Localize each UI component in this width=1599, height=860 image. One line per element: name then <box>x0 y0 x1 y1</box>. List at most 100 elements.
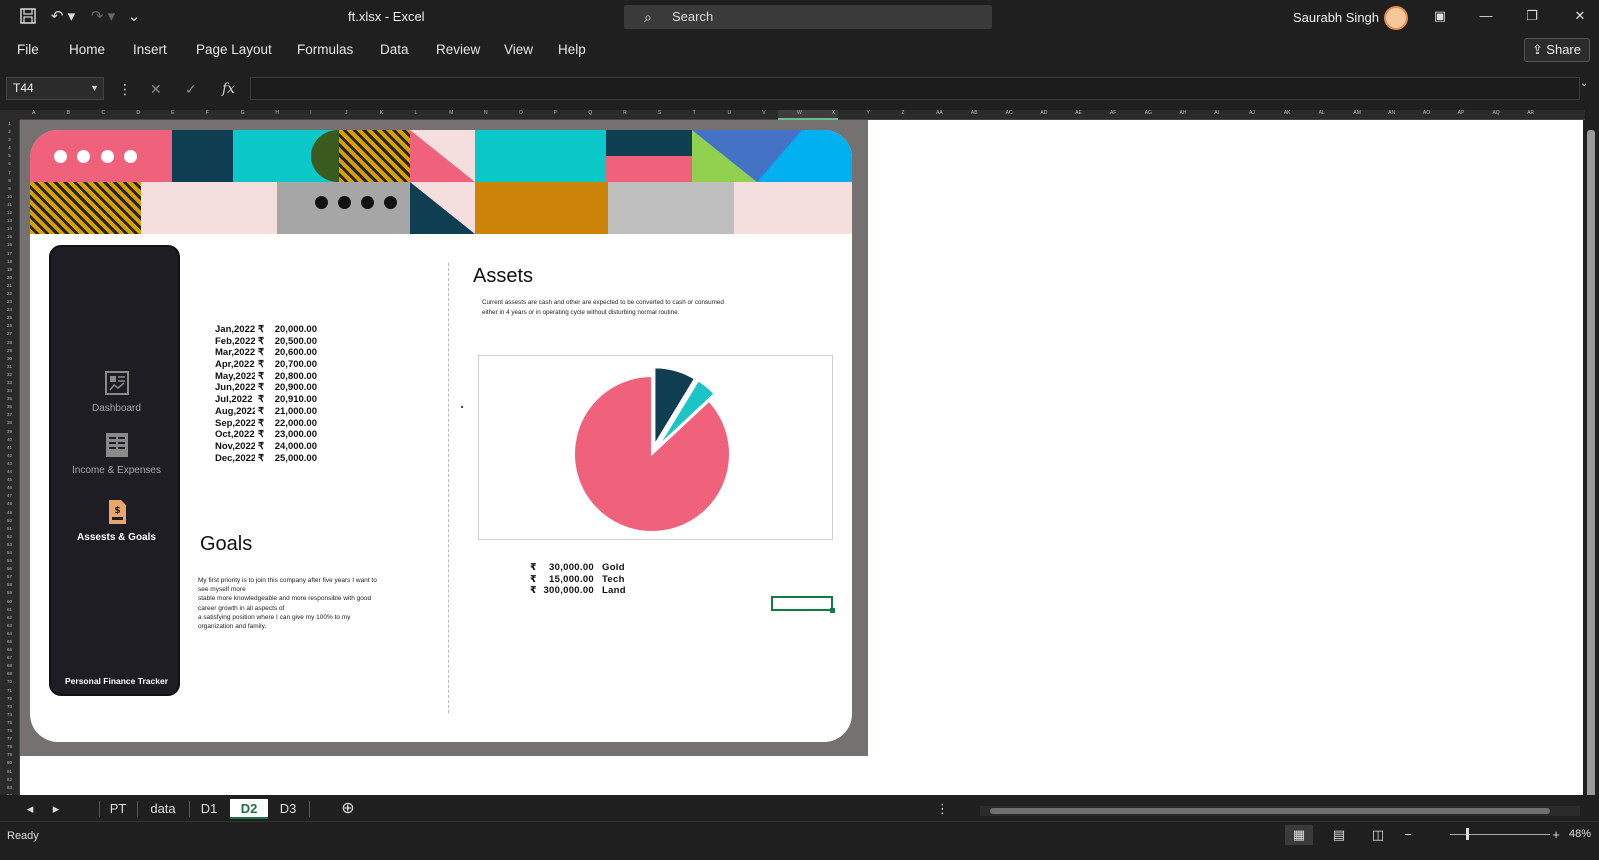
more-sheets-icon[interactable]: ⋮ <box>936 799 949 819</box>
tab-data[interactable]: Data <box>380 42 409 57</box>
assets-pie-chart[interactable] <box>478 355 833 540</box>
column-label[interactable]: K <box>380 110 383 116</box>
column-label[interactable]: M <box>449 110 453 116</box>
row-label[interactable]: 73 <box>0 703 19 711</box>
column-label[interactable]: AI <box>1214 110 1219 116</box>
row-label[interactable]: 23 <box>0 298 19 306</box>
zoom-out-icon[interactable]: − <box>1400 825 1416 845</box>
column-label[interactable]: W <box>797 110 802 116</box>
row-label[interactable]: 29 <box>0 347 19 355</box>
sheet-tab-d2[interactable]: D2 <box>230 799 268 819</box>
avatar[interactable] <box>1384 6 1408 30</box>
row-label[interactable]: 51 <box>0 525 19 533</box>
row-label[interactable]: 60 <box>0 598 19 606</box>
column-label[interactable]: Y <box>867 110 870 116</box>
sheet-tab-pt[interactable]: PT <box>102 799 134 819</box>
row-label[interactable]: 55 <box>0 557 19 565</box>
restore-icon[interactable]: ❐ <box>1522 8 1542 24</box>
sheet-tab-data[interactable]: data <box>141 799 185 819</box>
user-name[interactable]: Saurabh Singh <box>1293 10 1379 25</box>
row-label[interactable]: 1 <box>0 120 19 128</box>
row-label[interactable]: 53 <box>0 541 19 549</box>
row-label[interactable]: 5 <box>0 152 19 160</box>
row-label[interactable]: 3 <box>0 136 19 144</box>
column-label[interactable]: T <box>693 110 696 116</box>
column-label[interactable]: R <box>623 110 627 116</box>
row-label[interactable]: 31 <box>0 363 19 371</box>
row-label[interactable]: 83 <box>0 784 19 792</box>
worksheet-grid[interactable]: Dashboard Income & Expenses $ Assests & … <box>20 120 1583 810</box>
row-label[interactable]: 42 <box>0 452 19 460</box>
row-label[interactable]: 15 <box>0 233 19 241</box>
add-sheet-icon[interactable]: ⊕ <box>338 799 358 819</box>
sheet-tab-d3[interactable]: D3 <box>271 799 305 819</box>
row-label[interactable]: 72 <box>0 695 19 703</box>
column-label[interactable]: AH <box>1180 110 1187 116</box>
tab-file[interactable]: File <box>17 42 39 57</box>
undo-icon[interactable]: ↶ ▾ <box>48 7 78 27</box>
row-label[interactable]: 11 <box>0 201 19 209</box>
normal-view-icon[interactable]: ▦ <box>1285 825 1313 845</box>
row-label[interactable]: 80 <box>0 759 19 767</box>
row-label[interactable]: 43 <box>0 460 19 468</box>
close-icon[interactable]: ✕ <box>1570 8 1590 24</box>
row-label[interactable]: 63 <box>0 622 19 630</box>
column-label[interactable]: A <box>32 110 35 116</box>
column-label[interactable]: AG <box>1145 110 1152 116</box>
active-cell-selection[interactable] <box>771 596 835 613</box>
vertical-scrollbar[interactable] <box>1583 120 1599 810</box>
column-label[interactable]: V <box>762 110 765 116</box>
row-label[interactable]: 37 <box>0 411 19 419</box>
chevron-down-icon[interactable]: ▼ <box>90 78 99 99</box>
expand-formula-icon[interactable]: ⌄ <box>1580 78 1588 89</box>
row-label[interactable]: 77 <box>0 735 19 743</box>
row-label[interactable]: 39 <box>0 428 19 436</box>
row-label[interactable]: 70 <box>0 678 19 686</box>
column-label[interactable]: AJ <box>1249 110 1255 116</box>
row-label[interactable]: 30 <box>0 355 19 363</box>
column-label[interactable]: L <box>415 110 418 116</box>
sidebar-item-income-expenses[interactable]: Income & Expenses <box>51 431 182 476</box>
column-label[interactable]: AF <box>1110 110 1116 116</box>
column-label[interactable]: G <box>241 110 245 116</box>
zoom-in-icon[interactable]: + <box>1548 825 1564 845</box>
tab-home[interactable]: Home <box>69 42 105 57</box>
row-label[interactable]: 76 <box>0 727 19 735</box>
row-label[interactable]: 20 <box>0 274 19 282</box>
row-label[interactable]: 6 <box>0 160 19 168</box>
column-label[interactable]: AO <box>1423 110 1430 116</box>
row-label[interactable]: 52 <box>0 533 19 541</box>
row-label[interactable]: 68 <box>0 662 19 670</box>
row-label[interactable]: 45 <box>0 476 19 484</box>
scroll-right-icon[interactable]: ▸ <box>48 799 64 819</box>
formula-input[interactable] <box>250 77 1580 100</box>
row-label[interactable]: 48 <box>0 500 19 508</box>
row-label[interactable]: 36 <box>0 403 19 411</box>
column-label[interactable]: I <box>310 110 311 116</box>
sheet-tab-d1[interactable]: D1 <box>192 799 226 819</box>
row-label[interactable]: 19 <box>0 266 19 274</box>
column-label[interactable]: AR <box>1527 110 1534 116</box>
column-label[interactable]: B <box>67 110 70 116</box>
row-label[interactable]: 27 <box>0 330 19 338</box>
more-options-icon[interactable]: ⋮ <box>118 81 132 98</box>
row-label[interactable]: 69 <box>0 670 19 678</box>
row-label[interactable]: 75 <box>0 719 19 727</box>
row-label[interactable]: 9 <box>0 185 19 193</box>
share-button[interactable]: ⇪ Share <box>1524 38 1590 62</box>
row-label[interactable]: 14 <box>0 225 19 233</box>
row-label[interactable]: 78 <box>0 743 19 751</box>
column-label[interactable]: AB <box>971 110 978 116</box>
insert-function-icon[interactable]: fx <box>222 81 235 97</box>
row-label[interactable]: 61 <box>0 606 19 614</box>
select-all-corner[interactable] <box>0 110 20 120</box>
column-label[interactable]: U <box>727 110 731 116</box>
row-label[interactable]: 44 <box>0 468 19 476</box>
row-label[interactable]: 41 <box>0 444 19 452</box>
row-label[interactable]: 82 <box>0 776 19 784</box>
row-label[interactable]: 35 <box>0 395 19 403</box>
row-label[interactable]: 56 <box>0 565 19 573</box>
row-label[interactable]: 2 <box>0 128 19 136</box>
column-label[interactable]: X <box>832 110 835 116</box>
column-label[interactable]: C <box>102 110 106 116</box>
